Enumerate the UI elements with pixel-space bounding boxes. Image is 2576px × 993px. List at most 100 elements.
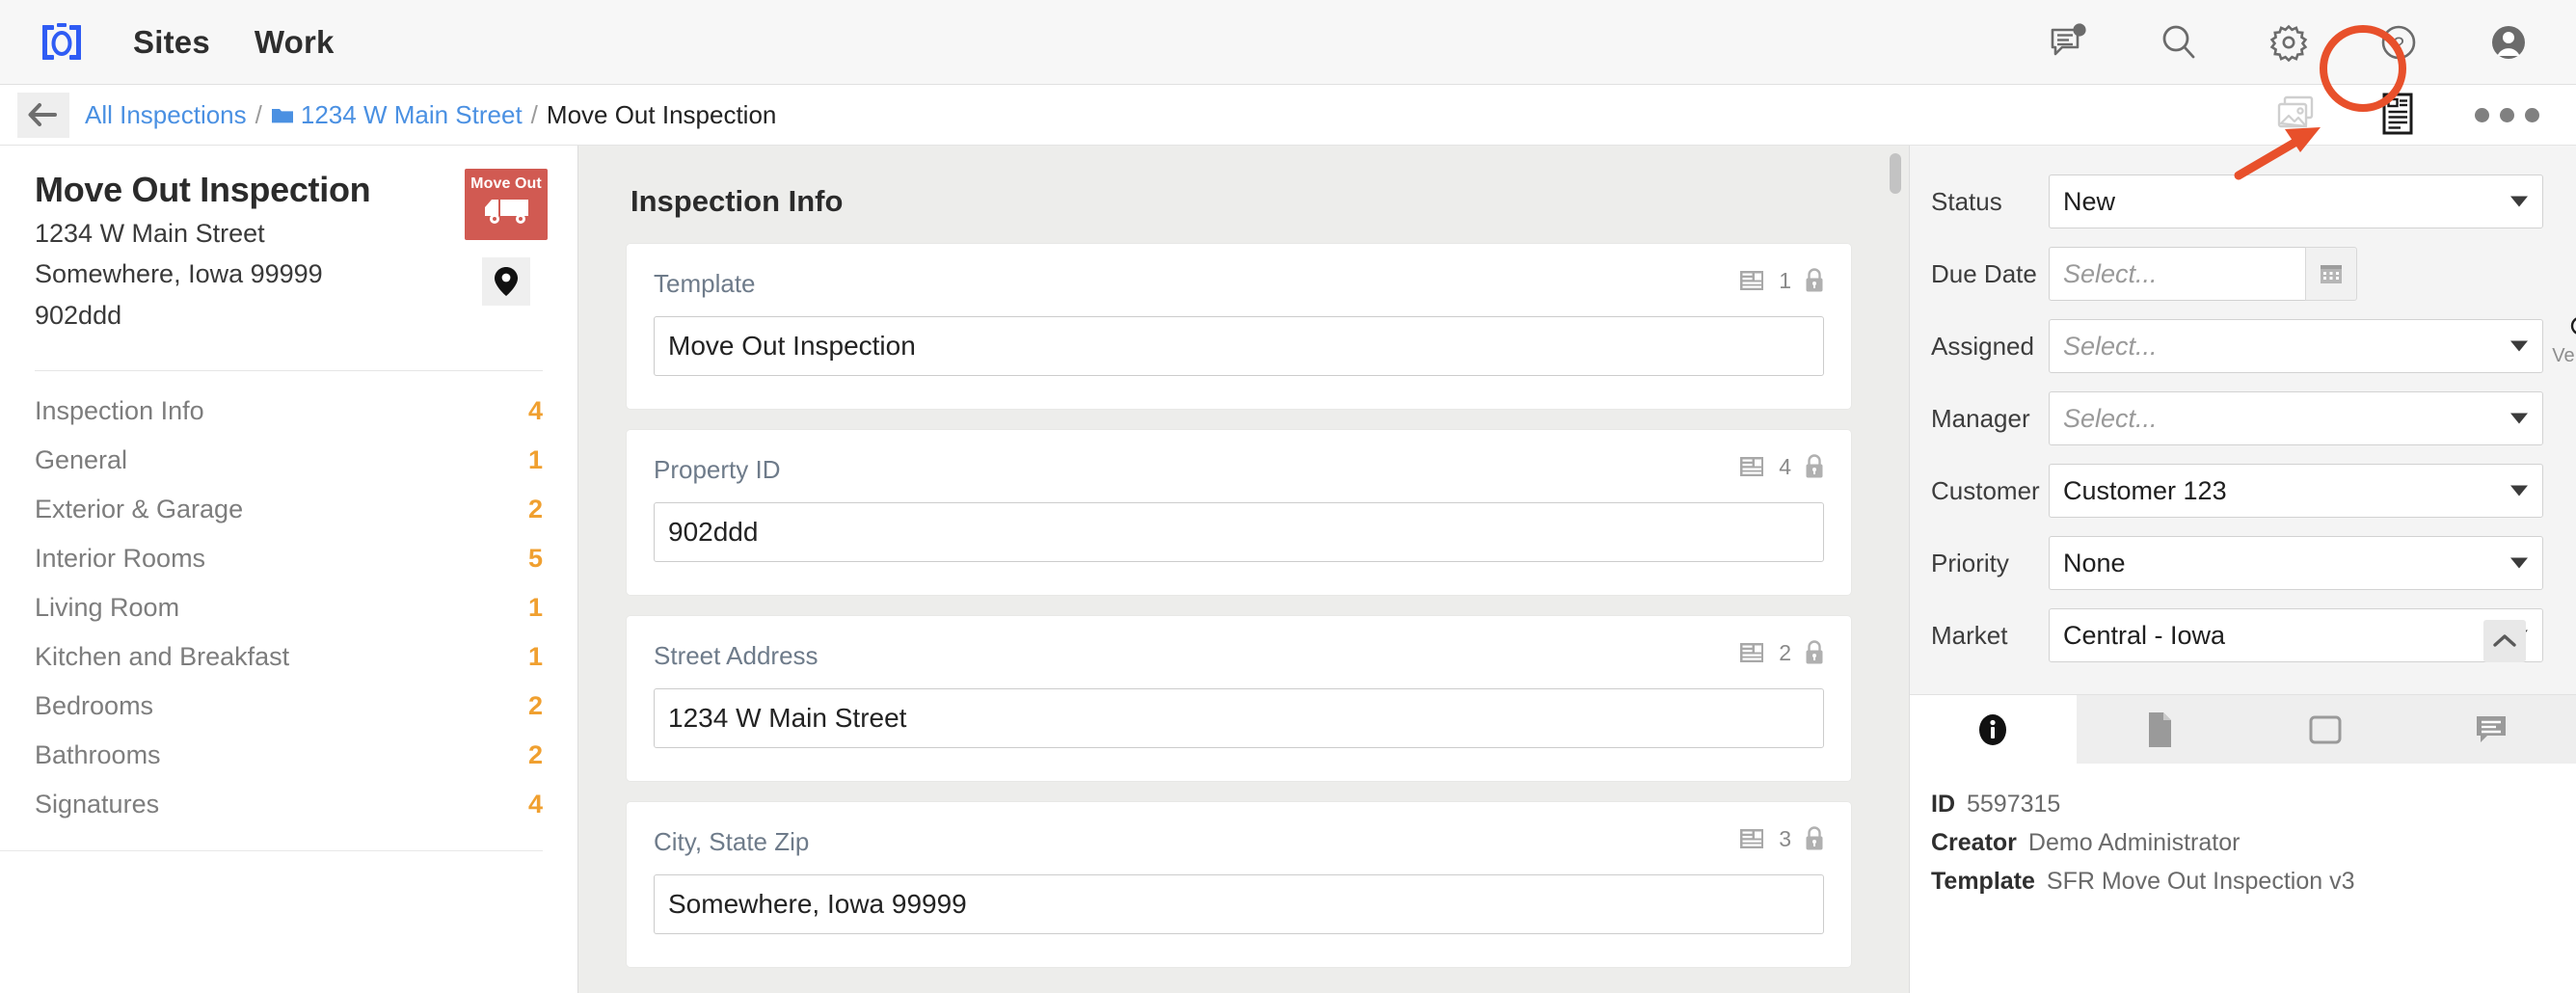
street-address-input[interactable] (654, 688, 1824, 748)
field-label: City, State Zip (654, 827, 810, 856)
chevron-down-icon (2510, 557, 2528, 569)
info-key-creator: Creator (1931, 829, 2017, 856)
inspection-sidebar: Move Out Inspection 1234 W Main Street S… (0, 146, 578, 993)
map-pin-button[interactable] (482, 257, 530, 306)
sidebar-item-signatures[interactable]: Signatures 4 (35, 780, 543, 829)
chevron-down-icon (2510, 413, 2528, 424)
sidebar-item-exterior-garage[interactable]: Exterior & Garage 2 (35, 485, 543, 534)
field-row-due-date: Due Date Select... (1931, 247, 2543, 301)
info-value-id: 5597315 (1967, 791, 2061, 818)
status-select[interactable]: New (2049, 174, 2543, 228)
sidebar-item-count: 1 (527, 592, 543, 622)
document-icon (2148, 711, 2171, 747)
due-date-input[interactable]: Select... (2049, 247, 2305, 301)
main-content: Inspection Info Template 1 (578, 146, 1909, 993)
tab-documents[interactable] (2076, 695, 2243, 764)
sidebar-item-living-room[interactable]: Living Room 1 (35, 583, 543, 632)
nav-item-sites[interactable]: Sites (133, 24, 210, 61)
sidebar-item-label: Living Room (35, 592, 180, 622)
top-navigation-bar: Sites Work ? (0, 0, 2576, 85)
form-icon (1740, 457, 1764, 476)
sidebar-item-label: Signatures (35, 789, 160, 819)
sidebar-item-bathrooms[interactable]: Bathrooms 2 (35, 731, 543, 780)
field-card-template: Template 1 (627, 244, 1851, 409)
sidebar-item-general[interactable]: General 1 (35, 436, 543, 485)
search-icon[interactable] (2154, 17, 2204, 67)
info-value-template: SFR Move Out Inspection v3 (2046, 868, 2355, 895)
assigned-select[interactable]: Select... (2049, 319, 2543, 373)
vendor-label: Vendor (2552, 345, 2576, 366)
manager-select[interactable]: Select... (2049, 391, 2543, 445)
vendor-search-button[interactable]: Vendor (2549, 313, 2576, 367)
field-label-customer: Customer (1931, 475, 2040, 505)
window-icon (2309, 715, 2342, 743)
lock-icon (1806, 268, 1823, 292)
field-row-priority: Priority None (1931, 536, 2543, 590)
assigned-value: Select... (2063, 331, 2158, 361)
details-info-panel: ID 5597315 Creator Demo Administrator Temp… (1910, 764, 2576, 993)
sidebar-item-count: 1 (527, 444, 543, 474)
field-meta: 4 (1739, 453, 1826, 480)
field-label: Template (654, 269, 756, 298)
priority-select[interactable]: None (2049, 536, 2543, 590)
avatar-icon[interactable] (2483, 17, 2534, 67)
tab-window[interactable] (2242, 695, 2410, 764)
priority-control: None (2049, 536, 2543, 590)
field-label-market: Market (1931, 620, 2008, 650)
help-icon[interactable]: ? (2374, 17, 2424, 67)
form-icon (1740, 829, 1764, 848)
sidebar-item-count: 5 (527, 543, 543, 573)
field-meta: 3 (1739, 825, 1826, 852)
nav-item-work[interactable]: Work (255, 24, 335, 61)
back-button[interactable] (17, 92, 69, 138)
field-label: Street Address (654, 641, 818, 670)
tab-info[interactable] (1910, 695, 2077, 764)
template-input[interactable] (654, 316, 1824, 376)
field-meta-count: 2 (1779, 639, 1791, 665)
property-id-input[interactable] (654, 502, 1824, 562)
sidebar-item-label: Bedrooms (35, 690, 154, 720)
sidebar-item-inspection-info[interactable]: Inspection Info 4 (35, 387, 543, 436)
sidebar-item-count: 2 (527, 690, 543, 720)
messages-icon[interactable] (2044, 17, 2094, 67)
brackets-o-logo[interactable] (35, 15, 89, 69)
field-row-manager: Manager Select... (1931, 391, 2543, 445)
sidebar-item-label: Exterior & Garage (35, 494, 244, 523)
breadcrumb: All Inspections / 1234 W Main Street / M… (85, 100, 776, 130)
photos-icon[interactable] (2272, 88, 2326, 142)
more-options-icon[interactable] (2469, 107, 2539, 122)
breadcrumb-item-all-inspections[interactable]: All Inspections (85, 100, 247, 130)
sidebar-item-label: Bathrooms (35, 739, 161, 769)
tab-comments[interactable] (2409, 695, 2576, 764)
sidebar-header-text: Move Out Inspection 1234 W Main Street S… (35, 169, 464, 334)
status-control: New (2049, 174, 2543, 228)
market-control: Central - Iowa (2049, 608, 2543, 662)
sidebar-item-interior-rooms[interactable]: Interior Rooms 5 (35, 534, 543, 583)
market-select[interactable]: Central - Iowa (2049, 608, 2543, 662)
map-pin-icon (495, 267, 518, 296)
comment-icon (2477, 715, 2507, 742)
gear-icon[interactable] (2264, 17, 2314, 67)
sidebar-item-kitchen-and-breakfast[interactable]: Kitchen and Breakfast 1 (35, 632, 543, 682)
main-scrollbar[interactable] (1890, 153, 1901, 916)
move-out-badge-label: Move Out (470, 175, 542, 192)
sidebar-header: Move Out Inspection 1234 W Main Street S… (0, 146, 577, 334)
section-title: Inspection Info (631, 184, 844, 218)
customer-value: Customer 123 (2063, 475, 2227, 505)
report-icon[interactable] (2371, 88, 2425, 142)
field-meta: 1 (1739, 267, 1826, 294)
scroll-to-top-button[interactable] (2483, 620, 2526, 662)
breadcrumb-item-property[interactable]: 1234 W Main Street (301, 100, 523, 130)
main-scrollbar-thumb[interactable] (1890, 153, 1901, 194)
customer-select[interactable]: Customer 123 (2049, 464, 2543, 518)
city-state-zip-input[interactable] (654, 874, 1824, 934)
sidebar-item-bedrooms[interactable]: Bedrooms 2 (35, 682, 543, 731)
chevron-up-icon (2493, 634, 2516, 647)
field-label-manager: Manager (1931, 403, 2030, 433)
sidebar-item-label: Interior Rooms (35, 543, 206, 573)
field-label: Property ID (654, 455, 781, 484)
sidebar-address-line1: 1234 W Main Street (35, 218, 265, 248)
lock-icon (1806, 640, 1823, 664)
calendar-button[interactable] (2305, 247, 2357, 301)
chevron-down-icon (2510, 485, 2528, 496)
